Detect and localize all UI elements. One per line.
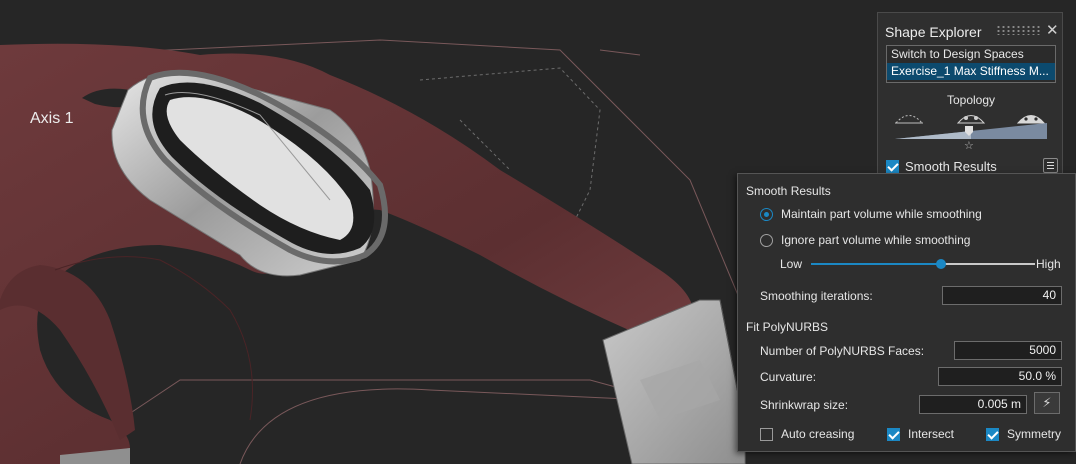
maintain-volume-radio[interactable] bbox=[760, 207, 773, 221]
fine-topology-icon bbox=[1016, 115, 1046, 124]
lightning-icon[interactable]: ⚡︎ bbox=[1034, 392, 1060, 414]
result-list: Switch to Design Spaces Exercise_1 Max S… bbox=[886, 45, 1056, 83]
axis-label: Axis 1 bbox=[30, 110, 74, 127]
curvature-input[interactable]: 50.0 % bbox=[938, 367, 1062, 386]
slider-fill bbox=[811, 263, 941, 265]
faces-input[interactable]: 5000 bbox=[954, 341, 1062, 360]
shrinkwrap-label: Shrinkwrap size: bbox=[760, 398, 849, 412]
ignore-volume-radio[interactable] bbox=[760, 233, 773, 247]
drag-handle-icon[interactable] bbox=[996, 25, 1042, 35]
maintain-volume-label: Maintain part volume while smoothing bbox=[781, 207, 982, 221]
maintain-volume-option[interactable]: Maintain part volume while smoothing bbox=[760, 207, 982, 221]
intersect-label: Intersect bbox=[908, 427, 955, 441]
symmetry-label: Symmetry bbox=[1007, 427, 1061, 441]
coarse-topology-icon bbox=[895, 115, 923, 124]
auto-creasing-label: Auto creasing bbox=[781, 427, 855, 441]
smooth-results-toggle[interactable]: Smooth Results bbox=[886, 159, 997, 174]
ignore-volume-option[interactable]: Ignore part volume while smoothing bbox=[760, 233, 970, 247]
symmetry-checkbox[interactable] bbox=[986, 427, 999, 441]
ignore-volume-label: Ignore part volume while smoothing bbox=[781, 233, 971, 247]
star-icon: ☆ bbox=[964, 140, 974, 152]
curvature-label: Curvature: bbox=[760, 370, 817, 384]
iterations-label: Smoothing iterations: bbox=[760, 289, 873, 303]
slider-thumb[interactable] bbox=[935, 259, 946, 269]
intersect-checkbox[interactable] bbox=[887, 427, 900, 441]
smooth-results-checkbox[interactable] bbox=[886, 160, 899, 173]
auto-creasing-checkbox[interactable] bbox=[760, 427, 773, 441]
list-item[interactable]: Switch to Design Spaces bbox=[887, 46, 1055, 63]
close-icon[interactable]: ✕ bbox=[1046, 21, 1059, 39]
slider-high-label: High bbox=[1036, 257, 1061, 271]
panel-title: Shape Explorer bbox=[885, 24, 982, 40]
faces-label: Number of PolyNURBS Faces: bbox=[760, 344, 925, 358]
smooth-results-label: Smooth Results bbox=[905, 159, 997, 174]
topology-label: Topology bbox=[946, 93, 996, 107]
fit-polynurbs-title: Fit PolyNURBS bbox=[746, 320, 829, 334]
list-item[interactable]: Exercise_1 Max Stiffness M... bbox=[887, 63, 1055, 80]
slider-low-label: Low bbox=[780, 257, 803, 271]
medium-topology-icon bbox=[956, 115, 986, 124]
intersect-option[interactable]: Intersect bbox=[887, 427, 954, 441]
shape-explorer-panel: Shape Explorer ✕ Switch to Design Spaces… bbox=[877, 12, 1063, 178]
shrinkwrap-input[interactable]: 0.005 m bbox=[919, 395, 1027, 414]
smooth-results-panel: Smooth Results Maintain part volume whil… bbox=[737, 173, 1076, 452]
iterations-input[interactable]: 40 bbox=[942, 286, 1062, 305]
section-title: Smooth Results bbox=[746, 184, 831, 198]
menu-icon[interactable] bbox=[1043, 158, 1058, 173]
symmetry-option[interactable]: Symmetry bbox=[986, 427, 1061, 441]
auto-creasing-option[interactable]: Auto creasing bbox=[760, 427, 854, 441]
smoothing-slider[interactable] bbox=[811, 259, 1035, 269]
